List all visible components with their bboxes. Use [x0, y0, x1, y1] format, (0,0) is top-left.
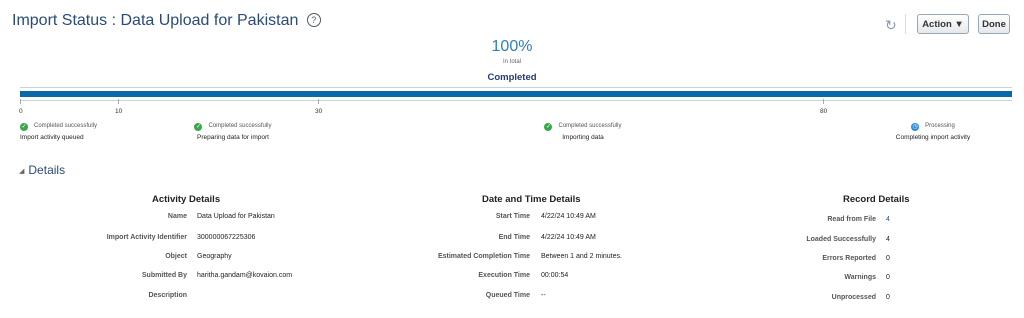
progress-tick-label: 80	[820, 108, 828, 115]
step-status: Completed successfully	[558, 123, 622, 129]
submitted-by-label: Submitted By	[141, 272, 187, 279]
execution-time-label: Execution Time	[478, 272, 530, 279]
details-section-toggle[interactable]: ◢ Details	[19, 163, 65, 177]
progress-tick-label: 10	[115, 108, 123, 115]
progress-step: ✓ Completed successfully Importing data	[518, 123, 648, 141]
processing-clock-icon: ◷	[911, 123, 920, 131]
object-value: Geography	[197, 253, 232, 260]
toolbar-divider	[905, 14, 906, 34]
errors-reported-value: 0	[886, 255, 890, 262]
import-activity-id-value: 300000067225306	[197, 234, 256, 241]
unprocessed-value: 0	[886, 294, 890, 301]
step-name: Completing import activity	[895, 134, 971, 141]
warnings-value: 0	[886, 274, 890, 281]
progress-tick	[823, 99, 824, 104]
object-label: Object	[165, 253, 187, 260]
done-button[interactable]: Done	[978, 14, 1010, 34]
end-time-value: 4/22/24 10:49 AM	[541, 234, 596, 241]
progress-tick	[20, 99, 21, 104]
progress-tick-label: 0	[19, 108, 23, 115]
queued-time-value: --	[541, 292, 546, 299]
datetime-details-title: Date and Time Details	[482, 194, 581, 205]
start-time-label: Start Time	[495, 213, 530, 220]
progress-tick	[118, 99, 119, 104]
success-check-icon: ✓	[544, 123, 553, 131]
collapse-triangle-icon: ◢	[19, 168, 25, 175]
step-status: Completed successfully	[34, 123, 98, 129]
description-label: Description	[148, 292, 187, 299]
progress-step: ✓ Completed successfully Preparing data f…	[168, 123, 298, 141]
progress-percent: 100%	[491, 38, 533, 55]
success-check-icon: ✓	[194, 123, 203, 131]
estimated-completion-label: Estimated Completion Time	[437, 253, 530, 260]
estimated-completion-value: Between 1 and 2 minutes.	[541, 253, 622, 260]
read-from-file-label: Read from File	[827, 216, 876, 223]
progress-tick	[318, 99, 319, 104]
step-status: Completed successfully	[208, 123, 272, 129]
step-name: Importing data	[562, 134, 604, 141]
loaded-successfully-label: Loaded Successfully	[806, 236, 876, 243]
progress-step: ◷ Processing Completing import activity	[868, 123, 998, 141]
queued-time-label: Queued Time	[485, 292, 530, 299]
step-name: Import activity queued	[20, 134, 84, 141]
activity-name-value: Data Upload for Pakistan	[197, 213, 275, 220]
progress-status: Completed	[487, 72, 537, 83]
unprocessed-label: Unprocessed	[831, 294, 876, 301]
start-time-value: 4/22/24 10:49 AM	[541, 213, 596, 220]
step-status: Processing	[925, 123, 955, 129]
loaded-successfully-value: 4	[886, 236, 890, 243]
action-menu-button[interactable]: Action ▼	[917, 14, 969, 34]
progress-bar-fill	[20, 91, 1012, 97]
page-title-text: Import Status : Data Upload for Pakistan	[12, 12, 299, 29]
activity-details-title: Activity Details	[152, 194, 221, 205]
end-time-label: End Time	[498, 234, 530, 241]
submitted-by-value: haritha.gandam@kovaion.com	[197, 272, 293, 279]
progress-step: ✓ Completed successfully Import activity …	[20, 123, 97, 141]
help-icon[interactable]: ?	[306, 13, 321, 27]
progress-in-total-label: In total	[502, 59, 521, 65]
success-check-icon: ✓	[20, 123, 28, 131]
warnings-label: Warnings	[844, 274, 876, 281]
read-from-file-link[interactable]: 4	[886, 216, 890, 223]
details-heading: Details	[28, 163, 66, 177]
errors-reported-label: Errors Reported	[822, 255, 876, 262]
record-details-title: Record Details	[843, 194, 910, 205]
step-name: Preparing data for import	[197, 134, 269, 141]
progress-tick-label: 30	[315, 108, 323, 115]
activity-name-label: Name	[167, 213, 187, 220]
refresh-icon[interactable]: ↻	[885, 17, 897, 34]
page-title: Import Status : Data Upload for Pakistan…	[12, 12, 321, 30]
execution-time-value: 00:00:54	[541, 272, 569, 279]
import-activity-id-label: Import Activity Identifier	[106, 234, 187, 241]
